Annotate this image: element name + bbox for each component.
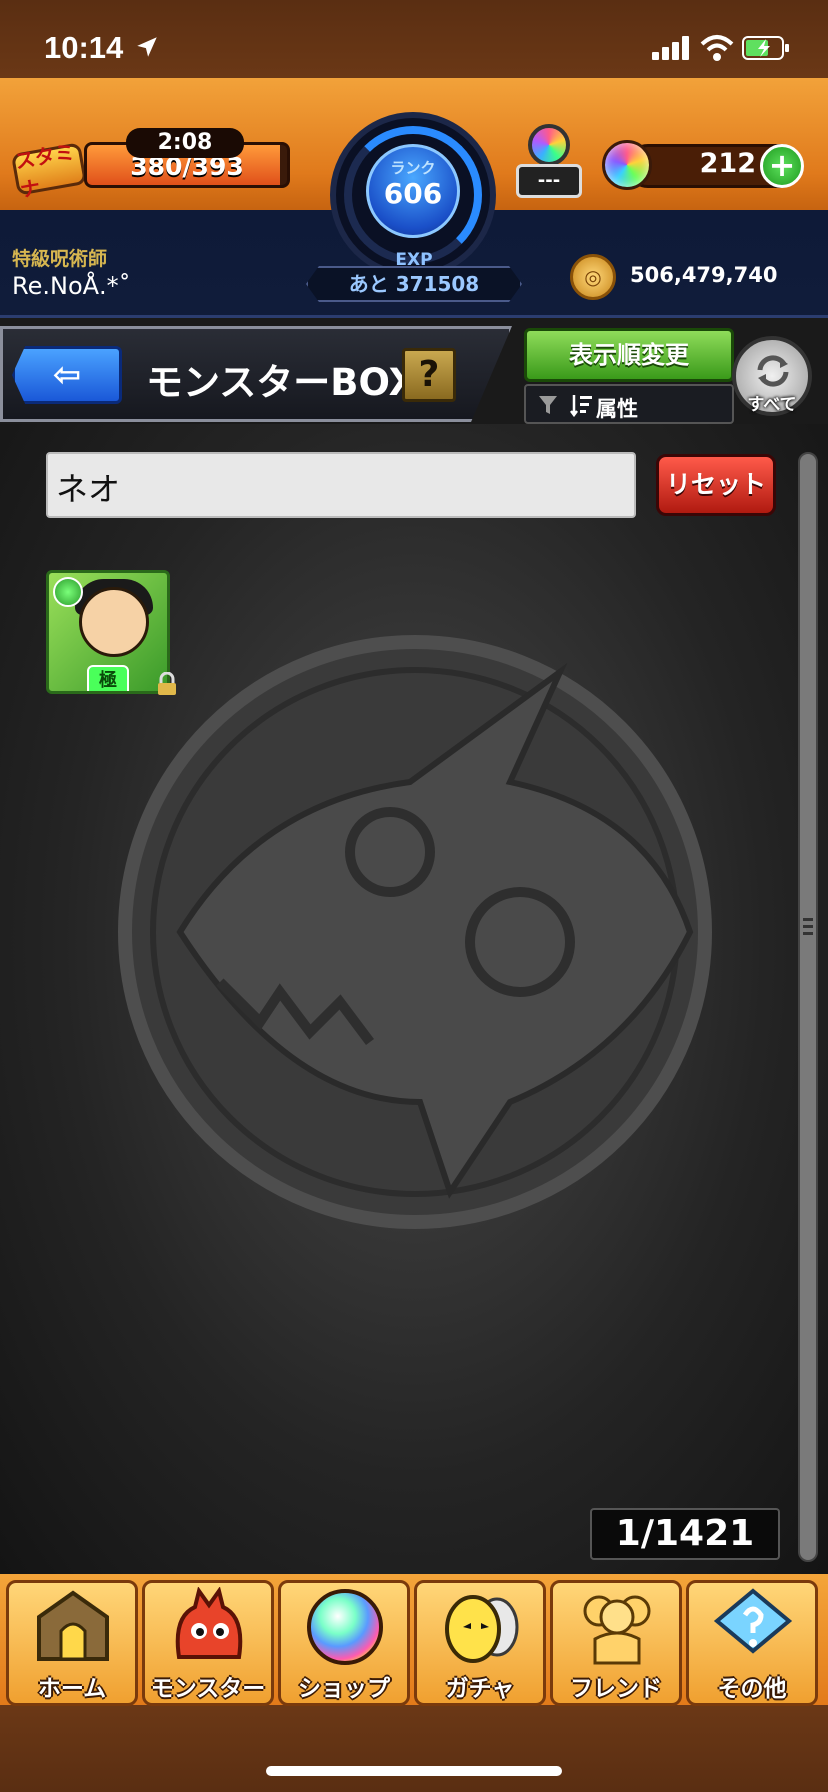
lock-icon xyxy=(158,672,176,695)
search-input[interactable]: ネオ xyxy=(46,452,636,518)
rank-badge: ランク 606 xyxy=(366,144,460,238)
nav-friend[interactable]: フレンド xyxy=(550,1580,682,1706)
orb-icon xyxy=(602,140,652,190)
rank-label: ランク xyxy=(390,159,436,177)
stamina-timer: 2:08 xyxy=(126,128,244,158)
back-arrow-icon: ⇦ xyxy=(52,355,82,395)
friend-icon xyxy=(583,1595,651,1665)
nav-friend-label: フレンド xyxy=(570,1676,662,1702)
monster-card[interactable]: 極 xyxy=(46,570,170,694)
gold-count: 506,479,740 xyxy=(630,263,778,287)
monster-icon xyxy=(175,1587,243,1659)
refresh-icon xyxy=(757,355,789,387)
stamina-badge: スタミナ xyxy=(10,140,88,202)
player-name: Re.NoÅ.*˚ xyxy=(12,272,131,300)
nav-shop-label: ショップ xyxy=(298,1676,390,1702)
nav-home-label: ホーム xyxy=(37,1676,107,1702)
filter-all-button[interactable]: すべて xyxy=(732,336,812,416)
wifi-icon xyxy=(700,35,734,61)
battery-charging-icon xyxy=(742,36,789,60)
nav-shop[interactable]: ショップ xyxy=(278,1580,410,1706)
orb-slot-icon xyxy=(528,124,570,166)
player-title: 特級呪術師 xyxy=(12,248,108,270)
filter-funnel-icon xyxy=(539,396,557,414)
nav-monster-label: モンスター xyxy=(150,1676,266,1702)
filter-row[interactable]: 属性 xyxy=(524,384,734,424)
monster-face xyxy=(79,587,149,657)
nav-gacha-label: ガチャ xyxy=(445,1676,515,1702)
back-button[interactable]: ⇦ xyxy=(12,346,122,404)
nav-other-label: その他 xyxy=(717,1676,787,1702)
monster-count: 1/1421 xyxy=(590,1508,780,1560)
other-icon xyxy=(713,1588,793,1654)
reset-button[interactable]: リセット xyxy=(656,454,776,516)
nav-other[interactable]: その他 xyxy=(686,1580,818,1706)
filter-all-label: すべて xyxy=(747,395,797,415)
exp-remaining: あと 371508 xyxy=(306,266,522,302)
home-icon xyxy=(37,1590,109,1661)
sort-descending-icon xyxy=(570,395,592,417)
monster-rarity-badge: 極 xyxy=(87,665,129,691)
status-bar: 10:14 xyxy=(0,0,828,80)
scrollbar[interactable] xyxy=(798,452,818,1562)
page-title: モンスターBOX xyxy=(146,361,418,404)
nav-home[interactable]: ホーム xyxy=(6,1580,138,1706)
nav-monster[interactable]: モンスター xyxy=(142,1580,274,1706)
scroll-grip-icon xyxy=(803,918,813,935)
buy-orb-button[interactable]: + xyxy=(760,144,804,188)
orb-slot[interactable]: --- xyxy=(516,124,582,204)
dragon-emblem-icon xyxy=(118,635,712,1229)
orb-count: 212 xyxy=(699,148,756,179)
wood-element-icon xyxy=(53,577,83,607)
rank-value: 606 xyxy=(383,177,443,210)
nav-gacha[interactable]: ガチャ xyxy=(414,1580,546,1706)
shop-orb-icon xyxy=(307,1589,383,1665)
location-arrow-icon xyxy=(137,37,157,57)
home-indicator[interactable] xyxy=(266,1766,562,1776)
cellular-signal-icon xyxy=(652,36,689,60)
help-button[interactable]: ? xyxy=(402,348,456,402)
status-time: 10:14 xyxy=(44,30,124,65)
gold-coin-icon: ◎ xyxy=(570,254,616,300)
orb-slot-value: --- xyxy=(516,164,582,198)
sort-order-button[interactable]: 表示順変更 xyxy=(524,328,734,382)
filter-label: 属性 xyxy=(596,397,638,421)
gacha-egg-icon xyxy=(445,1595,519,1663)
